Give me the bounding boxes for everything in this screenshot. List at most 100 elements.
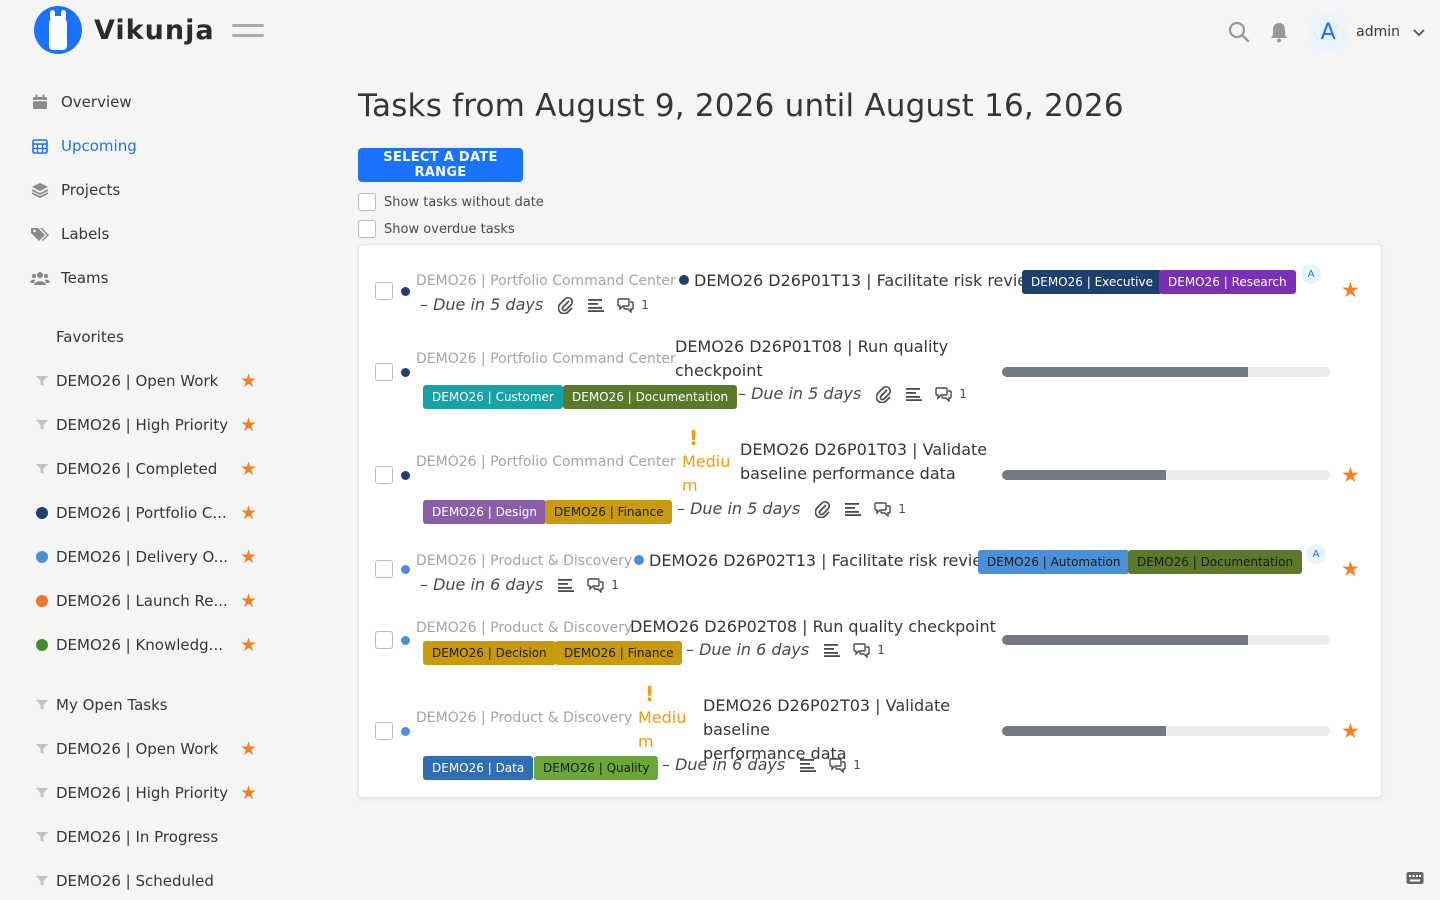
task-title[interactable]: DEMO26 D26P01T03 | Validate baseline perf… [740, 438, 1000, 486]
task-project-name[interactable]: DEMO26 | Product & Discovery [416, 553, 632, 569]
filter-icon [36, 699, 48, 711]
sidebar-favorite-item[interactable]: DEMO26 | Knowledg... ★ [36, 634, 266, 656]
comment-count: 1 [641, 297, 649, 312]
nav-upcoming[interactable]: Upcoming [30, 136, 137, 156]
star-icon[interactable]: ★ [240, 738, 257, 760]
description-icon [587, 296, 605, 314]
assignee-avatar: A [1306, 544, 1326, 564]
task-done-checkbox[interactable] [375, 631, 393, 649]
task-done-checkbox[interactable] [375, 363, 393, 381]
task-project-name[interactable]: DEMO26 | Portfolio Command Center [416, 273, 676, 289]
task-done-checkbox[interactable] [375, 560, 393, 578]
nav-label: Overview [61, 93, 132, 111]
sidebar-favorite-item[interactable]: DEMO26 | Completed ★ [36, 458, 266, 480]
user-avatar[interactable]: A [1308, 12, 1349, 52]
project-label: DEMO26 | Delivery O... [56, 548, 228, 566]
task-meta: – Due in 5 days 1 [677, 499, 906, 518]
task-label: DEMO26 | Documentation [1128, 550, 1303, 574]
sidebar-filter-item[interactable]: DEMO26 | Open Work ★ [36, 738, 266, 760]
sidebar-favorite-item[interactable]: DEMO26 | Launch Re... ★ [36, 590, 266, 612]
app-name: Vikunja [94, 14, 215, 46]
star-icon[interactable]: ★ [240, 414, 257, 436]
sidebar-favorite-item[interactable]: DEMO26 | Open Work ★ [36, 370, 266, 392]
star-icon[interactable]: ★ [240, 634, 257, 656]
sidebar-filter-item[interactable]: DEMO26 | High Priority ★ [36, 782, 266, 804]
bell-icon[interactable] [1268, 21, 1290, 43]
star-icon[interactable]: ★ [240, 590, 257, 612]
star-icon[interactable]: ★ [240, 502, 257, 524]
task-title[interactable]: DEMO26 D26P02T08 | Run quality checkpoin… [630, 615, 996, 639]
star-icon[interactable]: ★ [1341, 463, 1360, 487]
task-label: DEMO26 | Decision [423, 641, 556, 665]
app-logo[interactable]: Vikunja [34, 6, 215, 54]
filter-icon [36, 463, 48, 475]
chevron-down-icon[interactable] [1412, 25, 1426, 39]
task-project-name[interactable]: DEMO26 | Portfolio Command Center [416, 351, 676, 367]
sidebar-favorite-item[interactable]: DEMO26 | Delivery O... ★ [36, 546, 266, 568]
task-meta: – Due in 6 days 1 [420, 575, 619, 594]
star-icon[interactable]: ★ [1341, 278, 1360, 302]
search-icon[interactable] [1228, 21, 1250, 43]
star-icon[interactable]: ★ [1341, 557, 1360, 581]
progress-fill [1002, 367, 1248, 377]
users-icon [30, 268, 50, 288]
nav-teams[interactable]: Teams [30, 268, 108, 288]
task-title[interactable]: DEMO26 D26P01T13 | Facilitate risk revie… [679, 269, 1040, 293]
comments-icon [617, 296, 635, 314]
project-label: DEMO26 | Launch Re... [56, 592, 228, 610]
nav-overview[interactable]: Overview [30, 92, 132, 112]
show-overdue-toggle[interactable]: Show overdue tasks [358, 220, 515, 238]
calendar-icon [30, 92, 50, 112]
sidebar-favorite-item[interactable]: DEMO26 | High Priority ★ [36, 414, 266, 436]
sidebar-favorite-item[interactable]: DEMO26 | Portfolio C... ★ [36, 502, 266, 524]
task-done-checkbox[interactable] [375, 282, 393, 300]
menu-toggle-icon[interactable] [232, 24, 264, 40]
task-title[interactable]: DEMO26 D26P01T08 | Run quality checkpoint [675, 335, 965, 383]
star-icon[interactable]: ★ [240, 458, 257, 480]
nav-label: Projects [61, 181, 121, 199]
star-icon[interactable]: ★ [1341, 719, 1360, 743]
checkbox[interactable] [358, 193, 376, 211]
description-icon [823, 641, 841, 659]
comments-icon [853, 641, 871, 659]
nav-labels[interactable]: Labels [30, 224, 109, 244]
task-due-date: – Due in 6 days [662, 755, 786, 774]
user-name[interactable]: admin [1356, 24, 1400, 40]
task-done-checkbox[interactable] [375, 722, 393, 740]
description-icon [799, 756, 817, 774]
task-due-date: – Due in 5 days [420, 295, 544, 314]
task-project-name[interactable]: DEMO26 | Product & Discovery [416, 710, 632, 726]
attachment-icon [557, 296, 575, 314]
checkbox[interactable] [358, 220, 376, 238]
keyboard-shortcuts-icon[interactable] [1406, 870, 1424, 884]
task-due-date: – Due in 6 days [686, 640, 810, 659]
comments-icon [935, 385, 953, 403]
attachment-icon [814, 500, 832, 518]
task-done-checkbox[interactable] [375, 466, 393, 484]
task-project-name[interactable]: DEMO26 | Product & Discovery [416, 620, 632, 636]
assignee-avatar: A [1301, 264, 1321, 284]
star-icon[interactable]: ★ [240, 782, 257, 804]
task-project-name[interactable]: DEMO26 | Portfolio Command Center [416, 454, 676, 470]
progress-fill [1002, 470, 1166, 480]
star-icon[interactable]: ★ [240, 370, 257, 392]
priority-indicator: ! Mediu m [638, 682, 690, 754]
project-label: DEMO26 | Knowledg... [56, 636, 223, 654]
task-due-date: – Due in 5 days [677, 499, 801, 518]
project-label: DEMO26 | High Priority [56, 784, 229, 802]
select-date-range-button[interactable]: SELECT A DATE RANGE [358, 148, 523, 182]
nav-projects[interactable]: Projects [30, 180, 120, 200]
star-icon[interactable]: ★ [240, 546, 257, 568]
vikunja-logo-icon [34, 6, 82, 54]
project-color-dot [36, 507, 48, 519]
sidebar-filter-item[interactable]: DEMO26 | In Progress [36, 828, 266, 846]
top-bar-actions: A admin [1228, 12, 1426, 52]
task-meta: – Due in 5 days 1 [420, 295, 649, 314]
project-color-dot [401, 727, 410, 736]
task-title[interactable]: DEMO26 D26P02T13 | Facilitate risk revie… [634, 549, 995, 573]
sidebar-filter-item[interactable]: DEMO26 | Scheduled [36, 872, 266, 890]
sidebar-filter-item[interactable]: My Open Tasks [36, 696, 266, 714]
project-label: DEMO26 | High Priority [56, 416, 229, 434]
show-without-date-toggle[interactable]: Show tasks without date [358, 193, 544, 211]
task-meta: – Due in 6 days 1 [662, 755, 861, 774]
